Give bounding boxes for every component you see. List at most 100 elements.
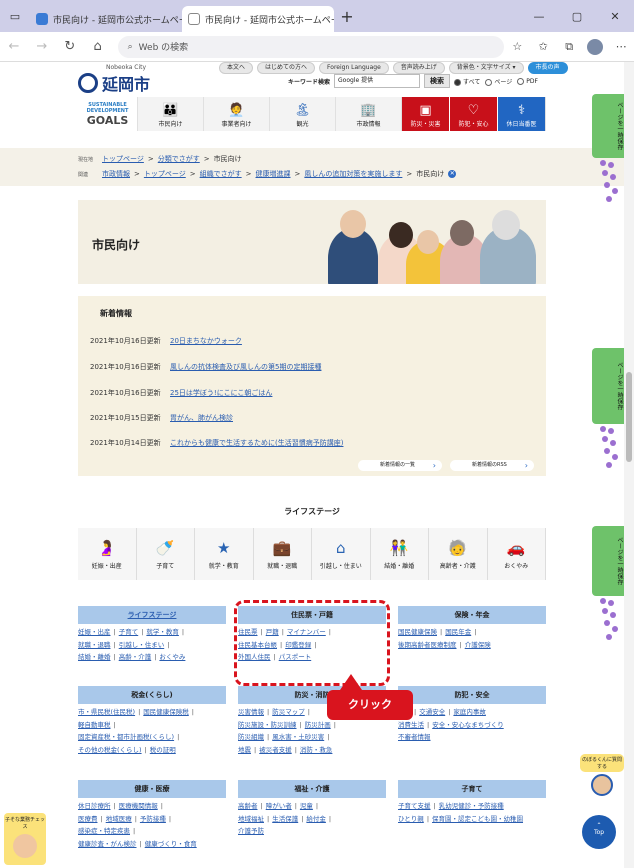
- category-title-link[interactable]: ライフステージ: [128, 611, 177, 619]
- category-link[interactable]: 固定資産税・都市計画税(くらし): [78, 733, 174, 741]
- category-link[interactable]: 医療機関情報: [119, 802, 158, 810]
- collections-icon[interactable]: ⧉: [556, 40, 582, 54]
- category-link[interactable]: 休日診療所: [78, 802, 111, 810]
- breadcrumb-link[interactable]: 健康増進課: [256, 169, 291, 179]
- life-stage-employment[interactable]: 💼 就職・退職: [253, 528, 312, 580]
- category-link[interactable]: 後期高齢者医療制度: [398, 641, 457, 649]
- category-link[interactable]: 引越し・住まい: [119, 641, 165, 649]
- sdgs-link[interactable]: SUSTAINABLE DEVELOPMENT GOALS: [78, 97, 138, 131]
- category-title[interactable]: 健康・医療: [78, 780, 226, 798]
- category-link[interactable]: 保育園・認定こども園・幼稚園: [432, 815, 523, 823]
- category-link[interactable]: 消費生活: [398, 721, 424, 729]
- category-link[interactable]: 地域医療: [106, 815, 132, 823]
- nav-disaster[interactable]: ▣ 防災・災害: [402, 97, 450, 131]
- life-stage-childcare[interactable]: 🍼 子育て: [136, 528, 195, 580]
- category-link[interactable]: 子育て支援: [398, 802, 431, 810]
- life-stage-marriage[interactable]: 👫 結婚・離婚: [370, 528, 429, 580]
- category-title[interactable]: 福祉・介護: [238, 780, 386, 798]
- favorites-icon[interactable]: ✩: [530, 40, 556, 53]
- nav-citizens[interactable]: 👪 市民向け: [138, 97, 204, 131]
- window-menu-icon[interactable]: ▭: [0, 0, 30, 32]
- life-stage-elderly[interactable]: 🧓 高齢者・介護: [429, 528, 488, 580]
- scrollbar-thumb[interactable]: [626, 372, 632, 462]
- category-link[interactable]: 安全・安心なまちづくり: [432, 721, 504, 729]
- reload-icon[interactable]: ↻: [56, 39, 84, 54]
- category-link[interactable]: 結婚・離婚: [78, 653, 111, 661]
- category-link[interactable]: 妊娠・出産: [78, 628, 111, 636]
- nav-safety[interactable]: ♡ 防犯・安心: [450, 97, 498, 131]
- category-link[interactable]: 国民健康保険税: [143, 708, 189, 716]
- corner-badge[interactable]: 子そな業務チェッス: [4, 813, 46, 865]
- category-link[interactable]: 就職・退職: [78, 641, 111, 649]
- site-logo[interactable]: Nobeoka City 延岡市: [78, 64, 150, 95]
- mayor-voice-link[interactable]: 市長の声: [527, 62, 568, 74]
- remove-crumb-icon[interactable]: ✕: [448, 170, 457, 178]
- category-title[interactable]: ライフステージ: [78, 606, 226, 624]
- maximize-icon[interactable]: ▢: [558, 10, 596, 23]
- category-title-link[interactable]: 税金(くらし): [131, 691, 172, 699]
- more-menu-icon[interactable]: ⋯: [608, 40, 634, 53]
- profile-avatar[interactable]: [587, 38, 604, 55]
- search-button[interactable]: 検索: [424, 74, 451, 88]
- category-link[interactable]: 乳幼児健診・予防接種: [439, 802, 504, 810]
- category-link[interactable]: 国民健康保険: [398, 628, 437, 636]
- first-time-link[interactable]: はじめての方へ: [257, 62, 316, 74]
- back-to-top-button[interactable]: ⌃ Top: [582, 815, 616, 849]
- nav-city-info[interactable]: 🏢 市政情報: [336, 97, 402, 131]
- category-link[interactable]: 市・県民税(住民税): [78, 708, 135, 716]
- category-link[interactable]: 風水害・土砂災害: [272, 733, 324, 741]
- breadcrumb-link[interactable]: トップページ: [102, 154, 144, 164]
- category-link[interactable]: 不審者情報: [398, 733, 431, 741]
- category-link[interactable]: 感染症・特定疾患: [78, 827, 130, 835]
- category-title-link[interactable]: 福祉・介護: [295, 785, 330, 793]
- skip-to-content-link[interactable]: 本文へ: [219, 62, 254, 74]
- radio-all[interactable]: すべて: [454, 77, 480, 86]
- save-page-tab[interactable]: ページを一時保存: [592, 348, 624, 424]
- category-link[interactable]: 健康づくり・食育: [145, 840, 197, 848]
- category-link[interactable]: 予防接種: [140, 815, 166, 823]
- category-link[interactable]: 障がい者: [266, 802, 292, 810]
- category-link[interactable]: 子育て: [119, 628, 139, 636]
- category-title-link[interactable]: 防災・消防: [295, 691, 330, 699]
- news-link[interactable]: 25日は学ぼう!にこにこ朝ごはん: [170, 388, 272, 398]
- category-link[interactable]: 介護保険: [465, 641, 491, 649]
- back-icon[interactable]: ←: [0, 39, 28, 54]
- news-rss-button[interactable]: 新着情報のRSS: [450, 460, 534, 471]
- category-link[interactable]: ひとり親: [398, 815, 424, 823]
- read-aloud-link[interactable]: 音声読み上げ: [392, 62, 445, 74]
- category-link[interactable]: 防災施設・防災訓練: [238, 721, 297, 729]
- breadcrumb-link[interactable]: トップページ: [144, 169, 186, 179]
- life-stage-condolence[interactable]: 🚗 おくやみ: [487, 528, 546, 580]
- category-title[interactable]: 税金(くらし): [78, 686, 226, 704]
- category-title-link[interactable]: 健康・医療: [135, 785, 170, 793]
- news-link[interactable]: 20日まちなかウォーク: [170, 336, 242, 346]
- category-link[interactable]: 給付金: [306, 815, 326, 823]
- minimize-icon[interactable]: —: [520, 10, 558, 23]
- category-link[interactable]: 児童: [300, 802, 313, 810]
- category-link[interactable]: 地域福祉: [238, 815, 264, 823]
- category-link[interactable]: 高齢者: [238, 802, 258, 810]
- category-link[interactable]: 災害情報: [238, 708, 264, 716]
- category-link[interactable]: 軽自動車税: [78, 721, 111, 729]
- category-title-link[interactable]: 子育て: [462, 785, 483, 793]
- category-link[interactable]: 国民年金: [445, 628, 471, 636]
- forward-icon[interactable]: →: [28, 39, 56, 54]
- nav-tourism[interactable]: 🏝 観光: [270, 97, 336, 131]
- category-title-link[interactable]: 保険・年金: [455, 611, 490, 619]
- favorite-star-icon[interactable]: ☆: [504, 40, 530, 53]
- life-stage-education[interactable]: ★ 就学・教育: [195, 528, 254, 580]
- category-link[interactable]: 被災者支援: [259, 746, 292, 754]
- category-link[interactable]: 交通安全: [419, 708, 445, 716]
- category-link[interactable]: 防災組織: [238, 733, 264, 741]
- category-title-link[interactable]: 防犯・安全: [455, 691, 490, 699]
- address-input[interactable]: ⌕ Web の検索: [117, 35, 505, 58]
- category-link[interactable]: 高齢・介護: [119, 653, 152, 661]
- category-link[interactable]: 家庭内事故: [453, 708, 486, 716]
- nav-business[interactable]: 🧑‍💼 事業者向け: [204, 97, 270, 131]
- breadcrumb-link[interactable]: 風しんの追加対策を実施します: [304, 169, 402, 179]
- category-title[interactable]: 子育て: [398, 780, 546, 798]
- category-link[interactable]: その他の税金(くらし): [78, 746, 142, 754]
- home-icon[interactable]: ⌂: [84, 39, 112, 54]
- foreign-language-link[interactable]: Foreign Language: [319, 62, 389, 74]
- category-link[interactable]: 税の証明: [150, 746, 176, 754]
